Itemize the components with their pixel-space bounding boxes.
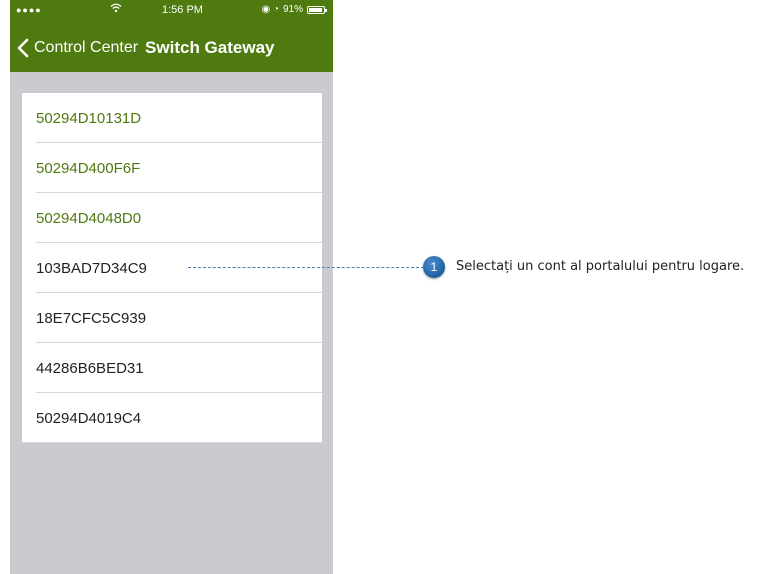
status-right: ◉ ◔ 91% bbox=[261, 4, 327, 15]
gateway-item[interactable]: 50294D400F6F bbox=[22, 143, 322, 193]
gateway-item[interactable]: 103BAD7D34C9 bbox=[22, 243, 322, 293]
status-bar: ●●●● 1:56 PM ◉ ◔ 91% bbox=[10, 0, 333, 20]
gateway-item[interactable]: 18E7CFC5C939 bbox=[22, 293, 322, 343]
gateway-item[interactable]: 50294D10131D bbox=[22, 93, 322, 143]
signal-indicator: ●●●● bbox=[16, 5, 42, 15]
page-title: Switch Gateway bbox=[145, 38, 275, 57]
battery-fill bbox=[309, 7, 322, 12]
callout-leader-line bbox=[188, 267, 424, 268]
status-time: 1:56 PM bbox=[162, 4, 203, 16]
top-bar: ●●●● 1:56 PM ◉ ◔ 91% Control Center Swit… bbox=[10, 0, 333, 72]
callout-text: Selectați un cont al portalului pentru l… bbox=[456, 259, 745, 274]
battery-icon bbox=[307, 5, 327, 14]
chevron-left-icon bbox=[17, 38, 29, 58]
gateway-item[interactable]: 44286B6BED31 bbox=[22, 343, 322, 393]
battery-percent: 91% bbox=[282, 4, 303, 15]
gateway-item[interactable]: 50294D4048D0 bbox=[22, 193, 322, 243]
nav-bar: Control Center Switch Gateway bbox=[10, 30, 333, 66]
gateway-list: 50294D10131D 50294D400F6F 50294D4048D0 1… bbox=[22, 93, 322, 443]
gateway-item[interactable]: 50294D4019C4 bbox=[22, 393, 322, 443]
phone-screen: ●●●● 1:56 PM ◉ ◔ 91% Control Center Swit… bbox=[10, 0, 333, 574]
back-button[interactable]: Control Center bbox=[16, 38, 138, 58]
callout-number-badge: 1 bbox=[423, 256, 445, 278]
wifi-icon bbox=[110, 3, 122, 16]
battery-tip bbox=[325, 8, 327, 12]
status-indicators: ◉ ◔ bbox=[261, 4, 279, 15]
back-label: Control Center bbox=[34, 39, 139, 56]
